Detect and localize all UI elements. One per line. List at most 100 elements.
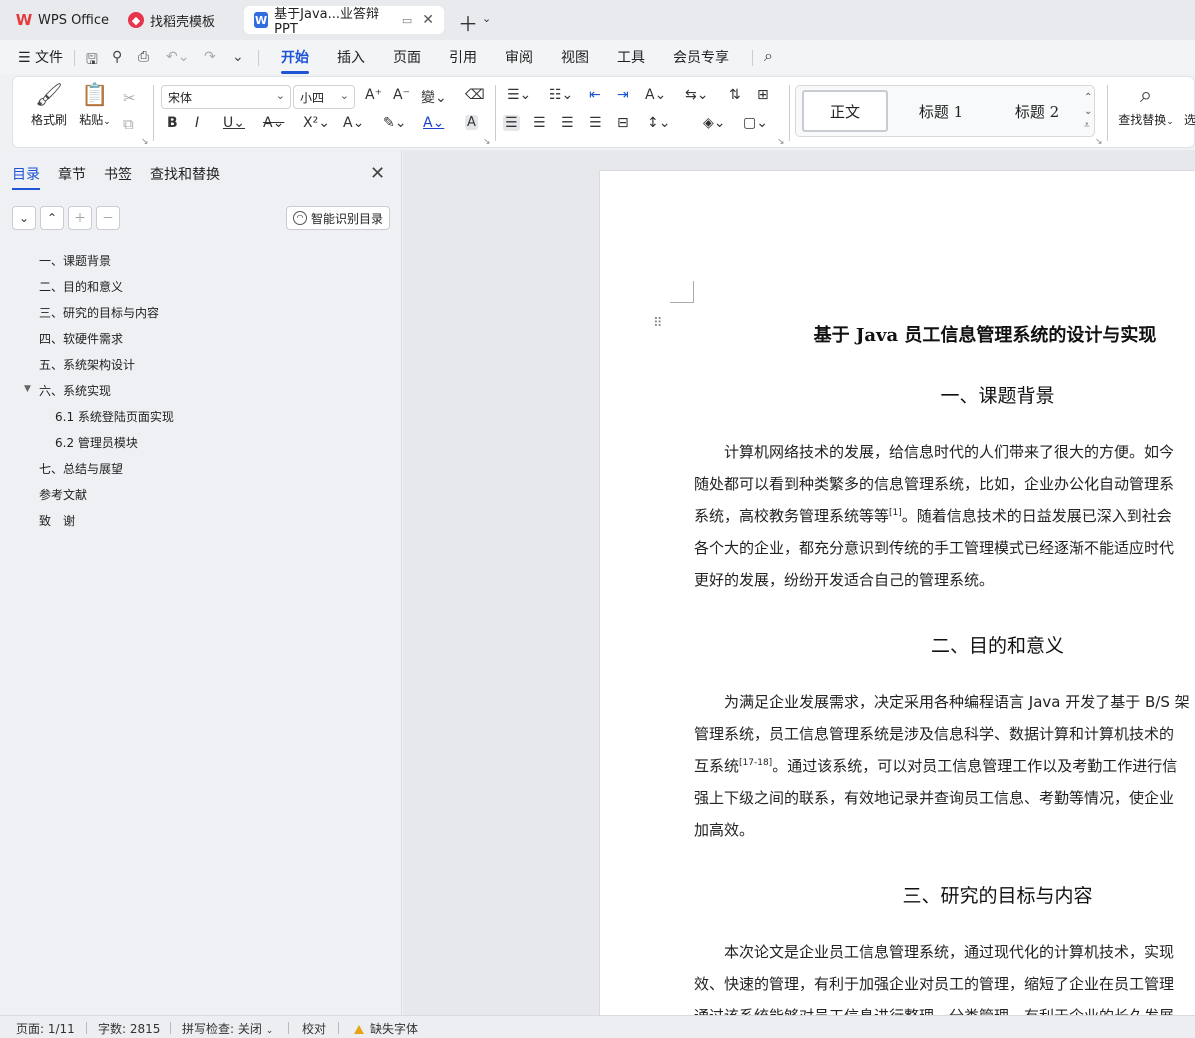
paragraph-launcher-icon[interactable]: ↘ (777, 137, 785, 147)
distributed-icon[interactable]: ⊟ (617, 115, 629, 131)
page-indicator[interactable]: 页面: 1/11 (16, 1020, 75, 1037)
save-icon[interactable]: 🖫 (86, 49, 98, 73)
numbered-list-icon[interactable]: ☷⌄ (549, 87, 573, 103)
tab-member[interactable]: 会员专享 (673, 47, 729, 67)
font-color-icon[interactable]: A⌄ (423, 115, 444, 131)
nav-tab-bookmarks[interactable]: 书签 (104, 164, 132, 184)
style-more-icon[interactable]: ⩡ (1084, 120, 1090, 131)
proofread-button[interactable]: 校对 (302, 1020, 326, 1037)
bullet-list-icon[interactable]: ☰⌄ (507, 87, 531, 103)
drag-handle-icon[interactable]: ⠿ (653, 316, 662, 331)
tab-list-chevron-icon[interactable]: ⌄ (482, 12, 491, 25)
line-spacing-icon[interactable]: ↕⌄ (647, 115, 670, 131)
shading-icon[interactable]: ◈⌄ (703, 115, 726, 131)
print-preview-icon[interactable]: ⎙ (138, 49, 149, 65)
tab-docer-templates[interactable]: ◆ 找稻壳模板 (118, 6, 225, 34)
find-replace-button[interactable]: ⌕ 查找替换⌄ (1115, 83, 1177, 128)
style-scroll-down-icon[interactable]: ⌄ (1084, 106, 1092, 117)
select-button[interactable]: 选 (1183, 111, 1195, 128)
file-menu[interactable]: ☰ 文件 (18, 47, 63, 67)
spell-check-toggle[interactable]: 拼写检查: 关闭 ⌄ (182, 1020, 273, 1037)
text-effect-icon[interactable]: A⌄ (343, 115, 364, 131)
clipboard-launcher-icon[interactable]: ↘ (141, 137, 149, 147)
show-marks-icon[interactable]: ⊞ (757, 87, 769, 103)
tab-view[interactable]: 视图 (561, 47, 589, 67)
document-canvas[interactable]: 基于 Java 员工信息管理系统的设计与实现 一、课题背景 计算机网络技术的发展… (403, 150, 1195, 1030)
style-normal[interactable]: 正文 (802, 90, 888, 132)
shrink-font-icon[interactable]: A⁻ (393, 87, 410, 103)
bold-icon[interactable]: B (167, 115, 178, 131)
new-tab-icon[interactable]: ＋ (458, 8, 478, 37)
strikethrough-icon[interactable]: A⌄ (263, 115, 284, 131)
underline-icon[interactable]: U⌄ (223, 115, 245, 131)
superscript-icon[interactable]: X²⌄ (303, 115, 330, 131)
tab-references[interactable]: 引用 (449, 47, 477, 67)
tab-insert[interactable]: 插入 (337, 47, 365, 67)
align-center-icon[interactable]: ☰ (533, 115, 546, 131)
missing-font-button[interactable]: 缺失字体 (354, 1020, 418, 1037)
toc-item[interactable]: 七、总结与展望 (39, 460, 123, 477)
font-size-select[interactable]: 小四 ⌄ (293, 85, 355, 109)
link-icon[interactable]: ⚲ (112, 49, 122, 65)
nav-tab-toc[interactable]: 目录 (12, 164, 40, 190)
borders-icon[interactable]: ▢⌄ (743, 115, 768, 131)
char-shading-icon[interactable]: A (465, 115, 478, 130)
toc-item[interactable]: 一、课题背景 (39, 252, 111, 269)
close-tab-icon[interactable]: ✕ (422, 12, 434, 28)
italic-icon[interactable]: I (195, 115, 199, 131)
nav-tab-sections[interactable]: 章节 (58, 164, 86, 184)
increase-indent-icon[interactable]: ⇥ (617, 87, 629, 103)
redo-icon[interactable]: ↷ (204, 49, 216, 65)
undo-icon[interactable]: ↶⌄ (166, 49, 189, 65)
toc-subitem[interactable]: 6.1 系统登陆页面实现 (55, 408, 174, 425)
collapse-all-icon[interactable]: ⌃ (40, 206, 64, 230)
style-scroll-up-icon[interactable]: ⌃ (1084, 92, 1092, 103)
tab-wps-office[interactable]: W WPS Office (6, 6, 119, 34)
line-break-icon[interactable]: ⇆⌄ (685, 87, 708, 103)
decrease-indent-icon[interactable]: ⇤ (589, 87, 601, 103)
format-painter-button[interactable]: 🖌 格式刷 (27, 83, 71, 128)
toc-item[interactable]: 参考文献 (39, 486, 87, 503)
word-count[interactable]: 字数: 2815 (98, 1020, 160, 1037)
tab-home[interactable]: 开始 (281, 47, 309, 74)
clear-format-icon[interactable]: ⌫ (465, 87, 485, 103)
smart-toc-button[interactable]: ◠ 智能识别目录 (286, 206, 390, 230)
align-right-icon[interactable]: ☰ (561, 115, 574, 131)
toc-item[interactable]: 四、软硬件需求 (39, 330, 123, 347)
quick-access-chevron-icon[interactable]: ⌄ (232, 49, 244, 65)
search-icon[interactable]: ⌕ (764, 46, 773, 66)
remove-heading-icon[interactable]: － (96, 206, 120, 230)
styles-launcher-icon[interactable]: ↘ (1095, 137, 1103, 147)
paste-button[interactable]: 📋 粘贴⌄ (75, 83, 115, 128)
toc-subitem[interactable]: 6.2 管理员模块 (55, 434, 138, 451)
style-heading-2[interactable]: 标题 2 (992, 90, 1082, 132)
expand-all-icon[interactable]: ⌄ (12, 206, 36, 230)
toc-item[interactable]: 致 谢 (39, 512, 75, 529)
tab-current-document[interactable]: W 基于Java...业答辩PPT ▭ ✕ (244, 6, 444, 37)
grow-font-icon[interactable]: A⁺ (365, 87, 382, 103)
toc-item[interactable]: 三、研究的目标与内容 (39, 304, 159, 321)
nav-tab-find-replace[interactable]: 查找和替换 (150, 164, 220, 184)
document-page[interactable]: 基于 Java 员工信息管理系统的设计与实现 一、课题背景 计算机网络技术的发展… (599, 170, 1195, 1030)
cut-icon[interactable]: ✂ (123, 89, 136, 107)
copy-icon[interactable]: ⧉ (123, 115, 134, 133)
style-heading-1[interactable]: 标题 1 (896, 90, 986, 132)
toc-item[interactable]: 二、目的和意义 (39, 278, 123, 295)
align-left-icon[interactable]: ☰ (503, 115, 520, 131)
font-launcher-icon[interactable]: ↘ (483, 137, 491, 147)
close-pane-icon[interactable]: ✕ (370, 163, 385, 184)
expand-triangle-icon[interactable]: ▼ (24, 384, 31, 394)
toc-item[interactable]: 五、系统架构设计 (39, 356, 135, 373)
font-name-select[interactable]: 宋体 ⌄ (161, 85, 291, 109)
text-direction-icon[interactable]: A⌄ (645, 87, 666, 103)
tab-tools[interactable]: 工具 (617, 47, 645, 67)
sort-icon[interactable]: ⇅ (729, 87, 741, 103)
tab-page[interactable]: 页面 (393, 47, 421, 67)
tab-review[interactable]: 审阅 (505, 47, 533, 67)
add-heading-icon[interactable]: ＋ (68, 206, 92, 230)
pinyin-guide-icon[interactable]: 變⌄ (421, 87, 447, 107)
window-mode-icon[interactable]: ▭ (402, 14, 412, 27)
toc-item[interactable]: 六、系统实现 (39, 382, 111, 399)
justify-icon[interactable]: ☰ (589, 115, 602, 131)
highlight-icon[interactable]: ✎⌄ (383, 115, 406, 131)
